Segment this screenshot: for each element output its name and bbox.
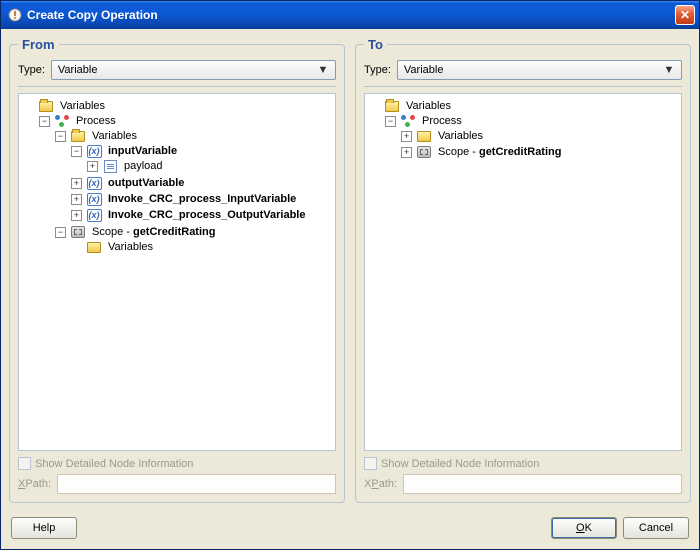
folder-icon bbox=[86, 240, 102, 254]
to-panel: To Type: Variable ▼ Variables bbox=[355, 37, 691, 503]
tree-expand[interactable]: + bbox=[401, 147, 412, 158]
tree-node-payload[interactable]: + payload bbox=[87, 159, 333, 173]
tree-node-invoke-input[interactable]: + (x) Invoke_CRC_process_InputVariable bbox=[71, 192, 333, 206]
tree-collapse[interactable]: − bbox=[55, 227, 66, 238]
from-show-detail-checkbox bbox=[18, 457, 31, 470]
tree-label: Variables bbox=[436, 130, 485, 142]
to-type-select[interactable]: Variable ▼ bbox=[397, 60, 682, 80]
variable-icon: (x) bbox=[86, 208, 102, 222]
app-icon bbox=[7, 7, 23, 23]
tree-label: Process bbox=[74, 115, 118, 127]
from-type-select[interactable]: Variable ▼ bbox=[51, 60, 336, 80]
folder-icon bbox=[38, 99, 54, 113]
close-button[interactable]: ✕ bbox=[675, 5, 695, 25]
tree-label: Variables bbox=[58, 100, 107, 112]
tree-label: outputVariable bbox=[106, 177, 186, 189]
payload-icon bbox=[102, 159, 118, 173]
variable-icon: (x) bbox=[86, 144, 102, 158]
tree-node-outputvariable[interactable]: + (x) outputVariable bbox=[71, 176, 333, 190]
to-show-detail-checkbox bbox=[364, 457, 377, 470]
separator bbox=[18, 86, 336, 87]
tree-label: Invoke_CRC_process_InputVariable bbox=[106, 193, 298, 205]
from-tree[interactable]: Variables − Process bbox=[18, 93, 336, 451]
chevron-down-icon: ▼ bbox=[315, 64, 331, 76]
dialog-window: Create Copy Operation ✕ From Type: Varia… bbox=[0, 0, 700, 550]
process-icon bbox=[400, 114, 416, 128]
to-legend: To bbox=[364, 37, 387, 52]
variable-icon: (x) bbox=[86, 192, 102, 206]
button-bar: Help OK Cancel bbox=[1, 511, 699, 549]
tree-label: Variables bbox=[90, 130, 139, 142]
close-icon: ✕ bbox=[680, 9, 690, 21]
tree-node-scope[interactable]: + Scope - getCreditRating bbox=[401, 145, 679, 159]
from-legend: From bbox=[18, 37, 59, 52]
content-area: From Type: Variable ▼ Variables bbox=[1, 29, 699, 511]
folder-icon bbox=[384, 99, 400, 113]
from-xpath-input bbox=[57, 474, 336, 494]
tree-toggle bbox=[369, 101, 380, 112]
tree-collapse[interactable]: − bbox=[55, 131, 66, 142]
to-tree[interactable]: Variables − Process bbox=[364, 93, 682, 451]
tree-label: Variables bbox=[106, 241, 155, 253]
tree-label: Invoke_CRC_process_OutputVariable bbox=[106, 209, 307, 221]
from-xpath-label: XPath: bbox=[18, 478, 51, 490]
ok-button[interactable]: OK bbox=[551, 517, 617, 539]
scope-name: getCreditRating bbox=[479, 146, 562, 158]
tree-node-scope[interactable]: − Scope - getCreditRating bbox=[55, 225, 333, 239]
scope-prefix: Scope - bbox=[438, 146, 479, 158]
tree-expand[interactable]: + bbox=[87, 161, 98, 172]
tree-label: Scope - getCreditRating bbox=[90, 226, 217, 238]
tree-label: Variables bbox=[404, 100, 453, 112]
folder-icon bbox=[70, 129, 86, 143]
to-type-value: Variable bbox=[404, 64, 444, 76]
tree-node-variables-root[interactable]: Variables bbox=[23, 99, 333, 113]
cancel-label: Cancel bbox=[639, 522, 673, 534]
scope-prefix: Scope - bbox=[92, 226, 133, 238]
tree-label: Scope - getCreditRating bbox=[436, 146, 563, 158]
tree-collapse[interactable]: − bbox=[385, 116, 396, 127]
tree-label: payload bbox=[122, 160, 165, 172]
to-show-detail-label: Show Detailed Node Information bbox=[381, 458, 539, 470]
tree-node-invoke-output[interactable]: + (x) Invoke_CRC_process_OutputVariable bbox=[71, 208, 333, 222]
tree-node-variables-root[interactable]: Variables bbox=[369, 99, 679, 113]
from-show-detail-label: Show Detailed Node Information bbox=[35, 458, 193, 470]
from-panel: From Type: Variable ▼ Variables bbox=[9, 37, 345, 503]
tree-expand[interactable]: + bbox=[401, 131, 412, 142]
from-type-value: Variable bbox=[58, 64, 98, 76]
tree-node-scope-variables[interactable]: Variables bbox=[71, 240, 333, 254]
ok-label: OK bbox=[576, 522, 592, 534]
tree-expand[interactable]: + bbox=[71, 210, 82, 221]
tree-label: Process bbox=[420, 115, 464, 127]
tree-node-inputvariable[interactable]: − (x) inputVariable bbox=[71, 144, 333, 158]
from-type-label: Type: bbox=[18, 64, 45, 76]
to-xpath-input bbox=[403, 474, 682, 494]
to-xpath-label: XPath: bbox=[364, 478, 397, 490]
chevron-down-icon: ▼ bbox=[661, 64, 677, 76]
tree-expand[interactable]: + bbox=[71, 178, 82, 189]
scope-icon bbox=[70, 225, 86, 239]
tree-node-variables[interactable]: − Variables bbox=[55, 129, 333, 143]
tree-node-process[interactable]: − Process bbox=[385, 114, 679, 128]
to-type-label: Type: bbox=[364, 64, 391, 76]
tree-collapse[interactable]: − bbox=[71, 146, 82, 157]
tree-node-variables[interactable]: + Variables bbox=[401, 129, 679, 143]
process-icon bbox=[54, 114, 70, 128]
titlebar: Create Copy Operation ✕ bbox=[1, 1, 699, 29]
variable-icon: (x) bbox=[86, 176, 102, 190]
help-label: Help bbox=[33, 522, 56, 534]
tree-expand[interactable]: + bbox=[71, 194, 82, 205]
window-title: Create Copy Operation bbox=[27, 8, 675, 22]
tree-toggle bbox=[23, 101, 34, 112]
tree-collapse[interactable]: − bbox=[39, 116, 50, 127]
scope-icon bbox=[416, 145, 432, 159]
tree-node-process[interactable]: − Process bbox=[39, 114, 333, 128]
folder-icon bbox=[416, 129, 432, 143]
separator bbox=[364, 86, 682, 87]
scope-name: getCreditRating bbox=[133, 226, 216, 238]
tree-label: inputVariable bbox=[106, 145, 179, 157]
cancel-button[interactable]: Cancel bbox=[623, 517, 689, 539]
tree-toggle bbox=[71, 242, 82, 253]
help-button[interactable]: Help bbox=[11, 517, 77, 539]
